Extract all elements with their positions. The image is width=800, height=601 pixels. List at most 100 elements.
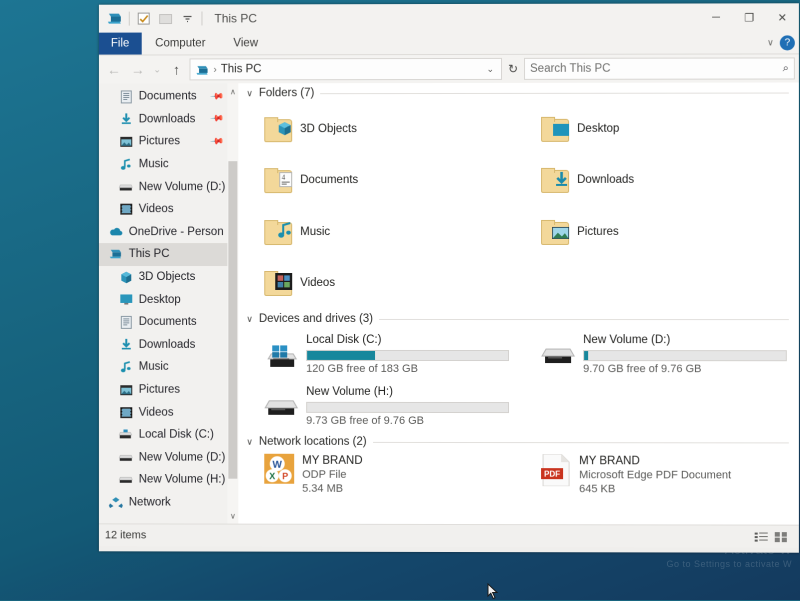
chevron-down-icon[interactable]: ∨ [246, 313, 253, 324]
sidebar-item-downloads[interactable]: Downloads 📌 [99, 108, 238, 131]
drive-item[interactable]: Local Disk (C:) 120 GB free of 183 GB [244, 329, 521, 381]
search-icon[interactable]: ⌕ [783, 62, 789, 75]
sidebar-item-new-volume-d[interactable]: New Volume (D:) [99, 446, 238, 469]
customize-dropdown-icon[interactable] [178, 9, 198, 29]
folder-item[interactable]: Downloads [521, 154, 799, 206]
close-button[interactable]: ✕ [766, 3, 799, 31]
quick-access-toolbar[interactable] [99, 7, 205, 29]
videos-icon [119, 202, 133, 216]
file-list-pane[interactable]: ∨ Folders (7) 3D Objects Desktop 4 Document… [238, 82, 799, 525]
this-pc-icon[interactable] [105, 9, 125, 29]
window-controls[interactable]: ─ ❐ ✕ [699, 3, 798, 31]
sidebar-item-videos[interactable]: Videos [99, 401, 238, 424]
refresh-button[interactable]: ↻ [504, 59, 522, 79]
sidebar-item-downloads[interactable]: Downloads [99, 333, 238, 356]
group-divider [379, 318, 789, 320]
folder-item[interactable]: Desktop [521, 103, 799, 155]
sidebar-item-new-volume-d[interactable]: New Volume (D:) [99, 176, 238, 199]
sidebar-item-local-disk-c[interactable]: Local Disk (C:) [99, 424, 238, 447]
ribbon-right-controls[interactable]: ∨ ? [767, 31, 795, 53]
maximize-button[interactable]: ❐ [733, 3, 766, 31]
sidebar-item-label: Desktop [138, 293, 181, 306]
folder-item[interactable]: Videos [244, 257, 521, 309]
view-mode-buttons[interactable] [754, 530, 793, 544]
up-button[interactable]: ↑ [166, 58, 188, 80]
group-header-devices[interactable]: ∨ Devices and drives (3) [238, 309, 799, 327]
chevron-down-icon[interactable]: ∨ [246, 88, 253, 99]
svg-text:P: P [282, 471, 288, 481]
item-count-label: 12 items [104, 529, 147, 542]
group-header-folders[interactable]: ∨ Folders (7) [238, 82, 799, 101]
folder-videos-icon [275, 273, 293, 295]
network-location-item[interactable]: W X P MY BRAND ODP File 5.34 MB [244, 452, 521, 502]
downloads-icon [119, 112, 133, 126]
chevron-down-icon[interactable]: ∨ [767, 37, 774, 48]
chevron-down-icon[interactable]: ⌄ [486, 63, 496, 74]
search-input[interactable]: Search This PC ⌕ [524, 57, 795, 80]
folder-videos-icon [264, 271, 293, 297]
mouse-cursor [487, 583, 499, 600]
sidebar-item-videos[interactable]: Videos [99, 198, 238, 221]
sidebar-scrollbar[interactable]: ∧ ∨ [227, 83, 239, 524]
properties-icon[interactable] [134, 9, 154, 29]
folders-grid[interactable]: 3D Objects Desktop 4 Documents Downloads Musi… [238, 101, 799, 310]
drive-icon [119, 450, 133, 464]
details-view-icon[interactable] [754, 530, 769, 544]
tab-view[interactable]: View [219, 32, 272, 54]
group-header-network[interactable]: ∨ Network locations (2) [238, 432, 799, 451]
drive-item[interactable]: New Volume (H:) 9.73 GB free of 9.76 GB [244, 380, 521, 432]
scrollbar-thumb[interactable] [228, 161, 238, 479]
forward-button[interactable]: → [127, 58, 149, 80]
desktop-icon [119, 293, 133, 307]
sidebar-item-documents[interactable]: Documents 📌 [99, 85, 238, 108]
sidebar-item-3d-objects[interactable]: 3D Objects [99, 266, 238, 289]
sidebar-item-pictures[interactable]: Pictures [99, 378, 238, 401]
videos-icon [119, 405, 133, 419]
network-locations-grid[interactable]: W X P MY BRAND ODP File 5.34 MB PDF MY BRAND Mic… [238, 450, 799, 503]
music-icon [119, 360, 133, 374]
scroll-down-icon[interactable]: ∨ [228, 510, 237, 522]
new-folder-icon[interactable] [156, 9, 176, 29]
title-bar[interactable]: This PC ─ ❐ ✕ [98, 3, 799, 33]
breadcrumb[interactable]: › This PC ⌄ [189, 57, 503, 81]
sidebar-item-music[interactable]: Music [99, 356, 238, 379]
sidebar-item-label: Documents [138, 90, 197, 103]
scroll-up-icon[interactable]: ∧ [228, 85, 237, 97]
chevron-down-icon[interactable]: ∨ [246, 436, 253, 447]
back-button[interactable]: ← [103, 59, 125, 81]
breadcrumb-this-pc[interactable]: This PC [221, 63, 262, 75]
sidebar-item-documents[interactable]: Documents [99, 311, 238, 334]
sidebar-item-new-volume-h[interactable]: New Volume (H:) [99, 469, 238, 492]
folder-item[interactable]: Pictures [521, 206, 799, 258]
drive-free-space: 120 GB free of 183 GB [306, 362, 418, 375]
sidebar-item-desktop[interactable]: Desktop [99, 288, 238, 311]
pin-icon[interactable]: 📌 [209, 134, 225, 150]
tab-file[interactable]: File [98, 32, 142, 55]
group-title: Devices and drives (3) [258, 312, 374, 325]
folder-item[interactable]: Music [244, 206, 521, 258]
sidebar-item-onedrive-person[interactable]: OneDrive - Person [99, 221, 238, 244]
folder-item[interactable]: 3D Objects [244, 103, 521, 155]
pin-icon[interactable]: 📌 [209, 111, 225, 127]
drives-grid[interactable]: Local Disk (C:) 120 GB free of 183 GB New … [238, 327, 799, 432]
toolbar-divider [128, 11, 130, 26]
folder-item[interactable]: 4 Documents [244, 154, 521, 206]
large-icons-view-icon[interactable] [774, 530, 789, 544]
network-location-item[interactable]: PDF MY BRAND Microsoft Edge PDF Document 64… [521, 452, 799, 502]
folder-name: Music [300, 225, 331, 238]
pin-icon[interactable]: 📌 [209, 89, 225, 105]
ribbon-tab-bar[interactable]: File Computer View ∨ ? [98, 31, 799, 56]
sidebar-item-pictures[interactable]: Pictures 📌 [99, 130, 238, 153]
sidebar-item-this-pc[interactable]: This PC [98, 243, 239, 266]
minimize-button[interactable]: ─ [699, 3, 732, 31]
svg-text:W: W [273, 460, 283, 471]
address-bar[interactable]: ← → ⌄ ↑ › This PC ⌄ ↻ Search This PC ⌕ [98, 54, 799, 84]
help-button[interactable]: ? [779, 34, 795, 50]
drive-item[interactable]: New Volume (D:) 9.70 GB free of 9.76 GB [521, 329, 799, 381]
navigation-pane[interactable]: Documents 📌 Downloads 📌 Pictures 📌 Music New Vo… [98, 83, 239, 524]
sidebar-item-music[interactable]: Music [99, 153, 238, 176]
search-placeholder: Search This PC [530, 62, 611, 75]
tab-computer[interactable]: Computer [141, 32, 219, 54]
sidebar-item-network[interactable]: Network [99, 491, 238, 514]
recent-locations-button[interactable]: ⌄ [151, 58, 164, 80]
